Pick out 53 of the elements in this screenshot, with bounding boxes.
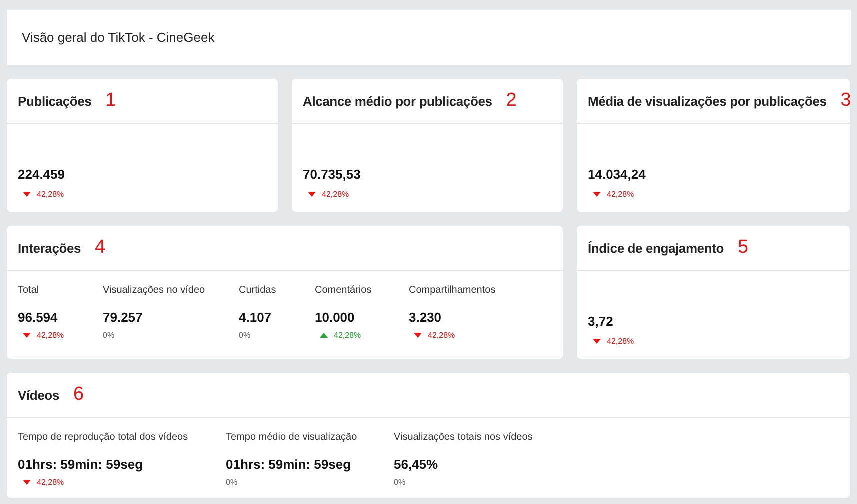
change-percent: 42,28%: [428, 331, 456, 340]
change-percent: 42,28%: [37, 478, 64, 487]
metric-value: 01hrs: 59min: 59seg: [226, 457, 352, 472]
card-title: Alcance médio por publicações: [303, 94, 492, 108]
card-title: Vídeos: [18, 388, 60, 402]
change-percent: 0%: [226, 478, 238, 487]
down-triangle-icon: [23, 192, 31, 197]
change-percent: 42,28%: [322, 190, 350, 199]
card-title: Índice de engajamento: [588, 240, 724, 256]
down-triangle-icon: [593, 339, 601, 344]
change-percent: 0%: [239, 331, 251, 340]
annotation-number: 6: [73, 384, 84, 406]
change-percent: 42,28%: [37, 331, 64, 340]
change-percent: 0%: [394, 478, 406, 487]
metric-value: 4.107: [239, 310, 272, 325]
down-triangle-icon: [414, 333, 422, 338]
metric-value: 3,72: [588, 314, 614, 329]
metric-label: Tempo de reprodução total dos vídeos: [18, 432, 188, 443]
change-percent: 42,28%: [607, 337, 634, 346]
metric-value: 224.459: [18, 167, 65, 182]
annotation-number: 2: [506, 90, 517, 112]
metric-label: Visualizações totais nos vídeos: [394, 432, 533, 443]
metric-label: Tempo médio de visualização: [226, 432, 358, 443]
metric-value: 14.034,24: [588, 167, 646, 182]
change-percent: 42,28%: [37, 190, 64, 199]
change-percent: 42,28%: [607, 190, 634, 199]
down-triangle-icon: [308, 192, 316, 197]
metric-label: Comentários: [315, 285, 372, 296]
card-title: Média de visualizações por publicações: [588, 94, 827, 108]
metric-value: 01hrs: 59min: 59seg: [18, 457, 144, 472]
page-title: Visão geral do TikTok - CineGeek: [22, 30, 215, 45]
annotation-number: 3: [840, 90, 852, 112]
metric-value: 3.230: [409, 310, 442, 325]
metric-value: 96.594: [18, 310, 58, 325]
metric-value: 79.257: [103, 310, 143, 325]
metric-label: Total: [18, 285, 40, 296]
metric-value: 56,45%: [394, 457, 438, 472]
metric-value: 10.000: [315, 310, 355, 325]
card-title: Interações: [18, 240, 82, 256]
annotation-number: 5: [738, 237, 749, 259]
metric-label: Visualizações no vídeo: [103, 285, 206, 296]
metric-label: Curtidas: [239, 285, 276, 296]
down-triangle-icon: [23, 333, 31, 338]
card-title: Publicações: [18, 94, 92, 108]
annotation-number: 4: [95, 237, 106, 259]
annotation-number: 1: [106, 90, 116, 112]
change-percent: 42,28%: [334, 331, 362, 340]
metric-label: Compartilhamentos: [409, 285, 496, 296]
down-triangle-icon: [593, 192, 601, 197]
up-triangle-icon: [320, 333, 328, 338]
metric-value: 70.735,53: [303, 167, 361, 182]
down-triangle-icon: [23, 480, 31, 485]
change-percent: 0%: [103, 331, 115, 340]
